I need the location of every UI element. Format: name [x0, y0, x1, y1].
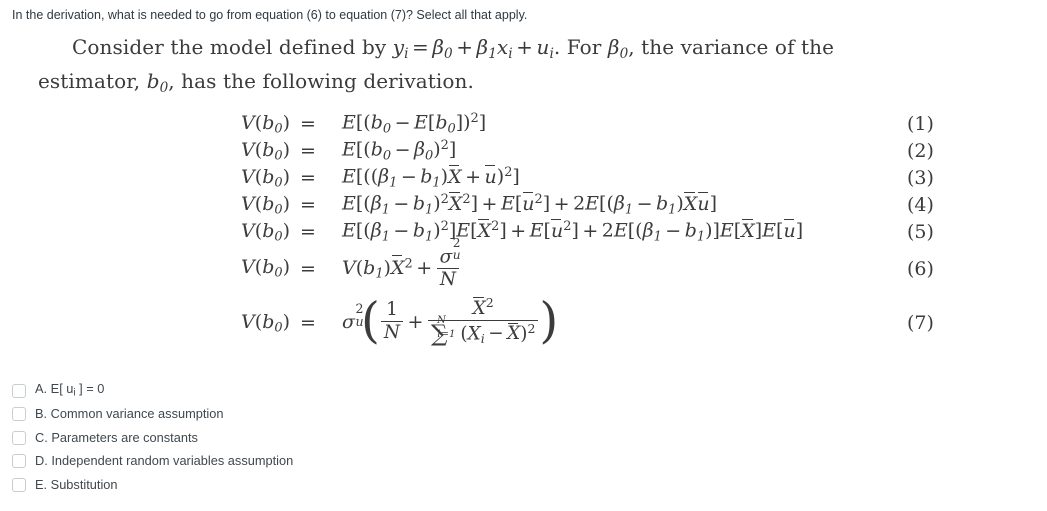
sub-zero: 0 [444, 45, 453, 62]
equation-row: V(b0) = E[(β1− b1)2X2] + E[u2] +2E[(β1− b1)Xu… [0, 191, 1047, 219]
equation-number: (3) [907, 167, 934, 190]
equation-relation: = [300, 194, 316, 217]
option-label-c: C. Parameters are constants [35, 430, 198, 446]
summation-operator: ∑ Ni=1 [430, 315, 456, 347]
answer-options-list: A. E[ ui ] = 0 B. Common variance assump… [12, 379, 532, 497]
option-text-a: E[ u [50, 380, 74, 396]
equation-relation: = [300, 257, 316, 280]
equation-lhs: V(b0) [241, 310, 290, 336]
equation-lhs: V(b0) [241, 138, 290, 164]
equation-relation: = [300, 167, 316, 190]
inline-formula: yi = β0 + β1xi + ui [392, 35, 554, 62]
equation-rhs: E[(b0− E[b0])2] [342, 111, 487, 137]
var-beta: β [476, 35, 489, 59]
var-u: u [536, 35, 550, 59]
equation-list: V(b0) = E[(b0− E[b0])2] (1) V(b0) = E[(b0… [0, 111, 1047, 354]
equation-relation: = [300, 311, 316, 334]
equation-rhs: E[((β1− b1)X + u)2] [342, 164, 520, 191]
equation-number: (5) [907, 221, 934, 244]
derivation-body: Consider the model defined by yi = β0 + β1xi… [0, 34, 1047, 354]
equation-rhs: V(b1)X2 + σ 2 u N [342, 235, 461, 291]
equation-relation: = [300, 221, 316, 244]
option-row-e[interactable]: E. Substitution [12, 473, 532, 497]
equation-lhs: V(b0) [241, 111, 290, 137]
equation-relation: = [300, 140, 316, 163]
equation-rhs: E[(b0− β0)2] [342, 138, 457, 164]
var-x: x [496, 35, 509, 59]
fraction-one-over-n: 1N [380, 300, 404, 343]
option-label-a: A. E[ ui ] = 0 [35, 381, 104, 401]
equation-lhs: V(b0) [241, 165, 290, 191]
equation-row: V(b0) = V(b1)X2 + σ 2 u N (6) [0, 235, 1047, 292]
op-plus: + [516, 35, 533, 59]
option-row-a[interactable]: A. E[ ui ] = 0 [12, 379, 532, 403]
equation-rhs: E[(β1− b1)2X2] + E[u2] +2E[(β1− b1)Xu] [342, 191, 717, 218]
option-text-b: Common variance assumption [50, 406, 224, 422]
option-row-d[interactable]: D. Independent random variables assumpti… [12, 450, 532, 474]
var-beta: β [432, 35, 445, 59]
checkbox-option-b[interactable] [12, 407, 26, 422]
sub-i: i [404, 45, 409, 62]
equation-lhs: V(b0) [241, 219, 290, 245]
equation-row: V(b0) = E[((β1− b1)X + u)2] (3) [0, 164, 1047, 192]
checkbox-option-e[interactable] [12, 477, 26, 492]
sub-one: 1 [488, 45, 497, 62]
option-prefix-b: B. [35, 406, 48, 422]
equation-row: V(b0) = σ 2 u(1 N + X2 ∑ Ni=1 (Xi − X)2) (7) [0, 292, 1047, 354]
intro-text-before: Consider the model defined by [72, 35, 393, 59]
right-paren-large: ) [539, 292, 559, 349]
equation-lhs: V(b0) [241, 192, 290, 218]
option-prefix-a: A. [35, 380, 48, 396]
checkbox-option-a[interactable] [12, 383, 26, 398]
intro-paragraph: Consider the model defined by yi = β0 + β1xi… [0, 34, 1047, 102]
equation-number: (6) [907, 257, 934, 280]
equation-row: V(b0) = E[(β1− b1)2]E[X2] + E[u2] +2E[(β1− b1… [0, 218, 1047, 246]
var-y: y [392, 35, 405, 59]
equation-number: (4) [907, 194, 934, 217]
sub-i: i [508, 45, 513, 62]
equation-rhs: E[(β1− b1)2]E[X2] + E[u2] +2E[(β1− b1)]E[X]E[… [342, 218, 804, 245]
equation-lhs: V(b0) [241, 256, 290, 282]
op-equals: = [412, 35, 429, 59]
fraction-sigma-over-n: σ2uN [436, 236, 461, 290]
option-text-c: Parameters are constants [51, 429, 198, 445]
option-label-d: D. Independent random variables assumpti… [35, 453, 293, 469]
option-row-b[interactable]: B. Common variance assumption [12, 403, 532, 427]
option-prefix-c: C. [35, 429, 48, 445]
option-prefix-e: E. [35, 476, 48, 492]
checkbox-option-d[interactable] [12, 454, 26, 469]
option-text-d: Independent random variables assumption [51, 453, 294, 469]
equation-row: V(b0) = E[(b0− E[b0])2] (1) [0, 111, 1047, 138]
checkbox-option-c[interactable] [12, 430, 26, 445]
equation-rhs: σ 2 u(1 N + X2 ∑ Ni=1 (Xi − X)2) [342, 292, 559, 349]
equation-relation: = [300, 113, 316, 136]
op-plus: + [456, 35, 474, 59]
option-label-e: E. Substitution [35, 477, 118, 493]
option-label-b: B. Common variance assumption [35, 406, 224, 422]
equation-row: V(b0) = E[(b0− β0)2] (2) [0, 138, 1047, 165]
option-text-e: Substitution [50, 476, 118, 492]
equation-number: (1) [907, 113, 934, 136]
question-prompt: In the derivation, what is needed to go … [12, 8, 528, 22]
left-paren-large: ( [360, 292, 380, 349]
equation-number: (7) [907, 311, 934, 334]
option-text-tail-a: ] = 0 [75, 380, 105, 396]
fraction-xbar-over-sum: X2 ∑ Ni=1 (Xi − X)2 [427, 296, 539, 347]
option-row-c[interactable]: C. Parameters are constants [12, 426, 532, 450]
equation-number: (2) [907, 140, 934, 163]
option-prefix-d: D. [35, 453, 48, 469]
